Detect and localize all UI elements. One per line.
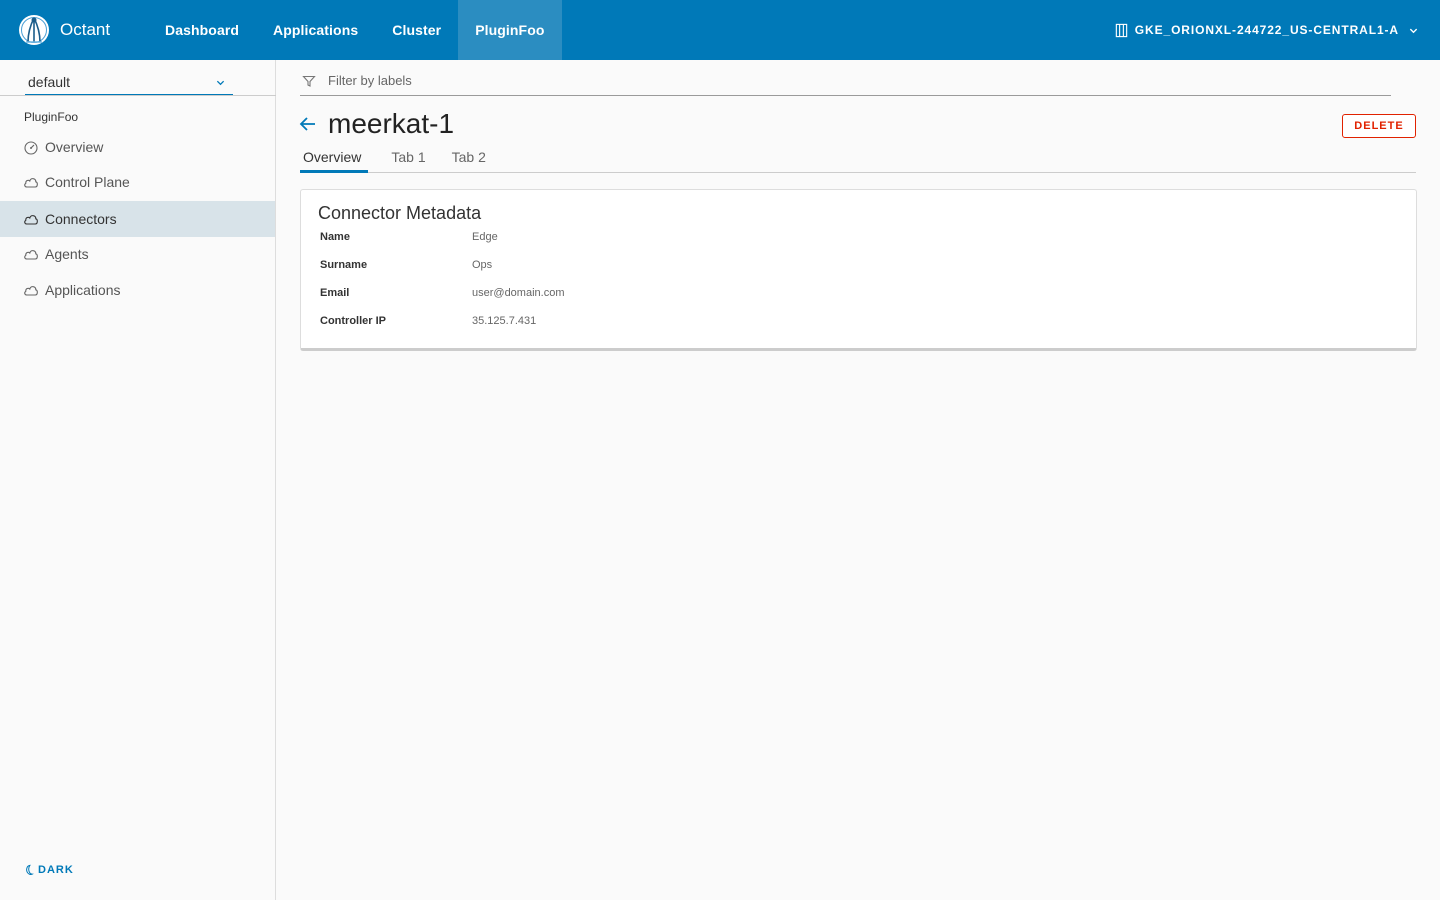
metadata-key: Email bbox=[320, 287, 350, 299]
tab-1[interactable]: Tab 1 bbox=[388, 146, 428, 173]
metadata-value: user@domain.com bbox=[472, 287, 565, 299]
namespace-value: default bbox=[28, 74, 71, 90]
cloud-icon bbox=[24, 250, 38, 260]
nav-cluster[interactable]: Cluster bbox=[375, 0, 458, 60]
namespace-select[interactable]: default bbox=[25, 70, 233, 96]
main-nav: Dashboard Applications Cluster PluginFoo bbox=[148, 0, 562, 60]
sidebar-section-title: PluginFoo bbox=[24, 110, 79, 124]
filter-icon bbox=[302, 75, 316, 87]
page-title: meerkat-1 bbox=[328, 108, 455, 139]
dark-toggle-label: DARK bbox=[38, 864, 74, 876]
tab-2[interactable]: Tab 2 bbox=[449, 146, 489, 173]
nav-dashboard[interactable]: Dashboard bbox=[148, 0, 256, 60]
card-title: Connector Metadata bbox=[318, 203, 482, 223]
tab-bar: Overview Tab 1 Tab 2 bbox=[300, 146, 1416, 173]
chevron-down-icon bbox=[216, 80, 225, 86]
chevron-down-icon bbox=[1409, 28, 1418, 33]
metadata-value: Ops bbox=[472, 259, 493, 271]
nav-applications[interactable]: Applications bbox=[256, 0, 375, 60]
sidebar-divider bbox=[0, 95, 276, 96]
delete-button[interactable]: DELETE bbox=[1342, 114, 1416, 138]
sidebar-item-agents[interactable]: Agents bbox=[0, 236, 275, 272]
nav-pluginfoo[interactable]: PluginFoo bbox=[458, 0, 562, 60]
sidebar-item-control-plane[interactable]: Control Plane bbox=[0, 164, 275, 200]
metadata-value: 35.125.7.431 bbox=[472, 315, 537, 327]
brand-name: Octant bbox=[60, 20, 111, 39]
context-label: GKE_ORIONXL-244722_US-CENTRAL1-A bbox=[1134, 23, 1399, 37]
moon-icon bbox=[26, 864, 34, 875]
sidebar-item-overview[interactable]: Overview bbox=[0, 129, 275, 165]
filter-placeholder: Filter by labels bbox=[328, 73, 412, 88]
sidebar-item-label: Agents bbox=[45, 246, 89, 262]
context-switcher[interactable]: GKE_ORIONXL-244722_US-CENTRAL1-A bbox=[1114, 0, 1418, 60]
sidebar-item-label: Control Plane bbox=[45, 174, 130, 190]
tab-overview[interactable]: Overview bbox=[300, 146, 369, 173]
cluster-icon bbox=[1115, 23, 1128, 37]
top-header: Octant Dashboard Applications Cluster Pl… bbox=[0, 0, 1440, 60]
sidebar-item-label: Connectors bbox=[45, 211, 117, 227]
dark-theme-toggle[interactable]: DARK bbox=[23, 864, 74, 876]
sidebar-item-connectors[interactable]: Connectors bbox=[0, 201, 275, 237]
arrow-left-icon[interactable] bbox=[298, 114, 318, 134]
page-header: meerkat-1 bbox=[298, 108, 454, 140]
octant-logo-icon bbox=[19, 15, 49, 45]
connector-metadata-card: Connector Metadata Name Edge Surname Ops… bbox=[300, 189, 1417, 351]
cloud-icon bbox=[24, 178, 38, 188]
metadata-key: Surname bbox=[320, 259, 368, 271]
sidebar-item-applications[interactable]: Applications bbox=[0, 272, 275, 308]
metadata-key: Controller IP bbox=[320, 315, 387, 327]
label-filter[interactable]: Filter by labels bbox=[300, 66, 1391, 96]
metadata-value: Edge bbox=[472, 231, 498, 243]
sidebar-item-label: Applications bbox=[45, 282, 121, 298]
sidebar: default PluginFoo Overview Control Plane… bbox=[0, 60, 276, 900]
brand[interactable]: Octant bbox=[0, 0, 148, 60]
cloud-icon bbox=[24, 215, 38, 225]
dashboard-icon bbox=[24, 141, 38, 155]
metadata-key: Name bbox=[320, 231, 350, 243]
sidebar-item-label: Overview bbox=[45, 139, 104, 155]
cloud-icon bbox=[24, 286, 38, 296]
